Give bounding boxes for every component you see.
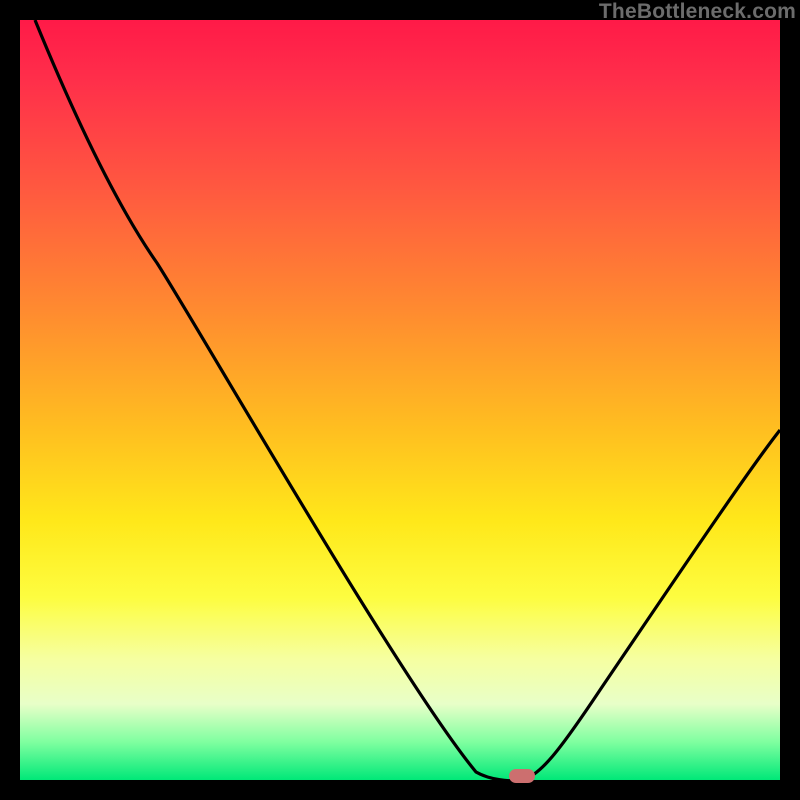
chart-frame xyxy=(20,20,780,780)
watermark-text: TheBottleneck.com xyxy=(599,0,796,24)
optimum-marker xyxy=(509,769,535,783)
curve-path xyxy=(35,20,780,780)
bottleneck-curve xyxy=(20,20,780,780)
